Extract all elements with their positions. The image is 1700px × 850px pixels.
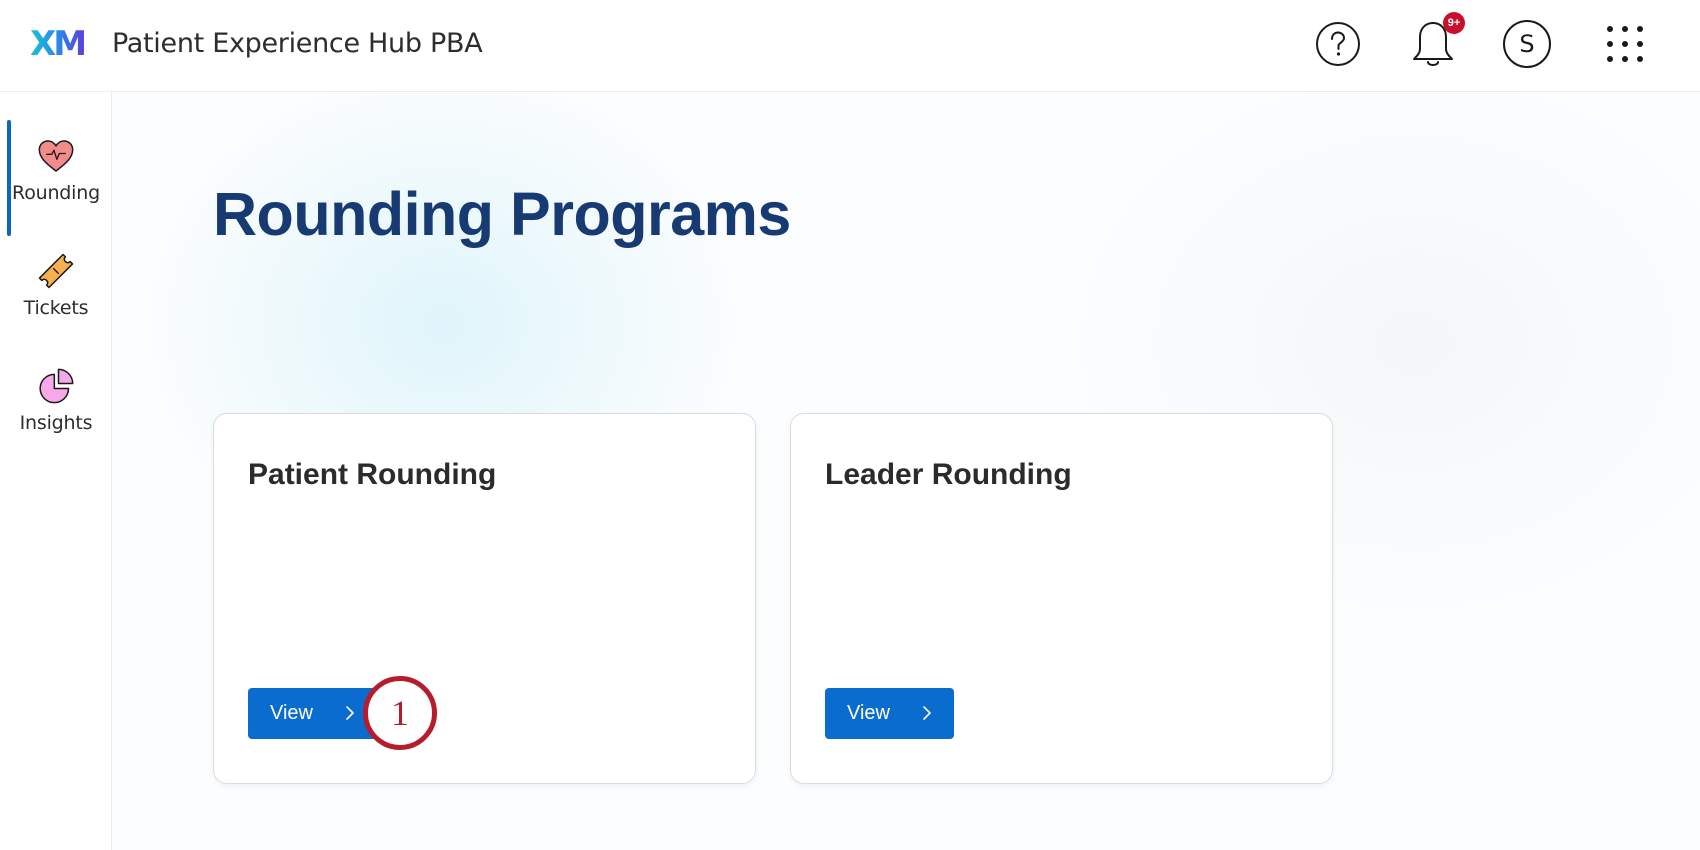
- app-title: Patient Experience Hub PBA: [112, 28, 483, 59]
- heart-icon: [38, 140, 74, 172]
- page-title: Rounding Programs: [213, 180, 791, 248]
- step-marker: 1: [363, 676, 437, 750]
- ticket-icon: [38, 253, 74, 289]
- user-avatar[interactable]: S: [1503, 20, 1551, 68]
- view-button-label: View: [270, 702, 313, 724]
- sidebar-item-tickets[interactable]: Tickets: [0, 207, 112, 319]
- sidebar-item-label: Insights: [19, 412, 93, 434]
- sidebar-item-label: Rounding: [12, 182, 100, 204]
- view-button[interactable]: View: [248, 688, 377, 739]
- xm-logo[interactable]: XM: [30, 24, 87, 64]
- chevron-right-icon: [346, 706, 354, 720]
- notification-badge: 9+: [1443, 12, 1465, 34]
- sidebar-item-rounding[interactable]: Rounding: [0, 92, 112, 236]
- help-icon[interactable]: [1313, 19, 1363, 69]
- card-title: Patient Rounding: [248, 458, 497, 491]
- chevron-right-icon: [923, 706, 931, 720]
- main-content: Rounding Programs Patient Rounding View …: [113, 93, 1700, 850]
- sidebar-item-label: Tickets: [23, 297, 89, 319]
- view-button[interactable]: View: [825, 688, 954, 739]
- pie-chart-icon: [39, 368, 74, 404]
- sidebar-item-insights[interactable]: Insights: [0, 322, 112, 434]
- card-title: Leader Rounding: [825, 458, 1072, 491]
- view-button-label: View: [847, 702, 890, 724]
- sidebar-nav: Rounding Tickets Insights: [0, 92, 112, 850]
- top-bar: XM Patient Experience Hub PBA 9+ S: [0, 0, 1700, 92]
- program-card-patient-rounding: Patient Rounding View: [213, 413, 756, 784]
- program-card-leader-rounding: Leader Rounding View: [790, 413, 1333, 784]
- app-launcher-grid-icon[interactable]: [1600, 19, 1650, 69]
